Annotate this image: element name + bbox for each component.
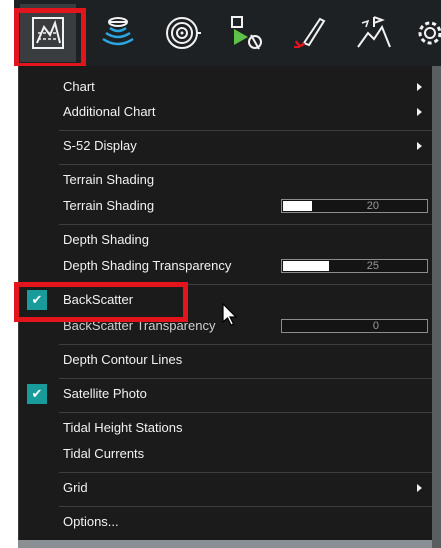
menu-item-label: Chart: [63, 79, 95, 94]
waypoint-route-button[interactable]: [218, 4, 274, 62]
menu-item-label: S-52 Display: [63, 138, 137, 153]
menu-item-label: BackScatter: [63, 292, 134, 307]
menu-item-label: Terrain Shading: [63, 198, 155, 213]
submenu-arrow-icon: [417, 484, 422, 492]
sonar-button[interactable]: [90, 4, 146, 62]
menu-separator: [59, 284, 432, 285]
menu-item-label: Depth Shading: [63, 232, 150, 247]
menu-item-terrain-shading[interactable]: Terrain Shading: [19, 167, 432, 193]
menu-item-terrain-shading-level: Terrain Shading 20: [19, 193, 432, 219]
menu-item-label: Depth Shading Transparency: [63, 258, 232, 273]
menu-item-depth-shading-transparency: Depth Shading Transparency 25: [19, 253, 432, 279]
menu-item-label: Tidal Currents: [63, 446, 145, 461]
menu-item-label: Tidal Height Stations: [63, 420, 183, 435]
menu-item-label: Grid: [63, 480, 88, 495]
slider-fill: [283, 201, 312, 211]
backscatter-transparency-slider[interactable]: 0: [281, 319, 428, 333]
menu-item-depth-shading[interactable]: Depth Shading: [19, 227, 432, 253]
menu-item-additional-chart[interactable]: Additional Chart: [19, 99, 432, 125]
radar-button[interactable]: [154, 4, 210, 62]
submenu-arrow-icon: [417, 108, 422, 116]
depth-shading-transparency-slider[interactable]: 25: [281, 259, 428, 273]
checkmark-icon: ✔: [27, 384, 47, 404]
mouse-pointer-icon: [222, 303, 238, 326]
menu-item-grid[interactable]: Grid: [19, 475, 432, 501]
submenu-arrow-icon: [417, 83, 422, 91]
menu-separator: [59, 412, 432, 413]
settings-button[interactable]: [410, 4, 441, 62]
settings-gear-icon: [418, 21, 441, 45]
menu-separator: [59, 378, 432, 379]
waypoint-route-icon: [231, 16, 262, 50]
menu-item-s52-display[interactable]: S-52 Display: [19, 133, 432, 159]
menu-item-tidal-height-stations[interactable]: Tidal Height Stations: [19, 415, 432, 441]
menu-item-tidal-currents[interactable]: Tidal Currents: [19, 441, 432, 467]
radar-icon: [166, 17, 201, 49]
background-bottom-strip: [18, 540, 432, 548]
menu-separator: [59, 472, 432, 473]
submenu-arrow-icon: [417, 142, 422, 150]
menu-item-label: Additional Chart: [63, 104, 156, 119]
chart-layers-icon: [32, 17, 64, 49]
menu-item-depth-contour-lines[interactable]: Depth Contour Lines: [19, 347, 432, 373]
menu-item-label: Satellite Photo: [63, 386, 147, 401]
background-left: [0, 66, 18, 548]
terrain-button[interactable]: [346, 4, 402, 62]
menu-item-satellite-photo[interactable]: ✔ Satellite Photo: [19, 381, 432, 407]
top-toolbar: [14, 0, 441, 66]
chart-layers-button[interactable]: [20, 4, 76, 62]
menu-item-label: Options...: [63, 514, 119, 529]
menu-separator: [59, 224, 432, 225]
menu-item-chart[interactable]: Chart: [19, 74, 432, 100]
slider-value: 25: [366, 260, 379, 272]
menu-separator: [59, 164, 432, 165]
slider-value: 20: [366, 200, 379, 212]
menu-item-label: Depth Contour Lines: [63, 352, 183, 367]
menu-item-label: Terrain Shading: [63, 172, 155, 187]
terrain-shading-slider[interactable]: 20: [281, 199, 428, 213]
slider-fill: [283, 261, 329, 271]
menu-separator: [59, 506, 432, 507]
slider-value: 0: [372, 320, 379, 332]
menu-item-label: BackScatter Transparency: [63, 318, 216, 333]
menu-item-options[interactable]: Options...: [19, 509, 432, 535]
checkmark-icon: ✔: [27, 290, 47, 310]
menu-separator: [59, 344, 432, 345]
fishing-rod-icon: [294, 17, 326, 48]
fishing-button[interactable]: [282, 4, 338, 62]
sonar-icon: [102, 17, 134, 46]
menu-separator: [59, 130, 432, 131]
terrain-flag-icon: [357, 16, 391, 48]
